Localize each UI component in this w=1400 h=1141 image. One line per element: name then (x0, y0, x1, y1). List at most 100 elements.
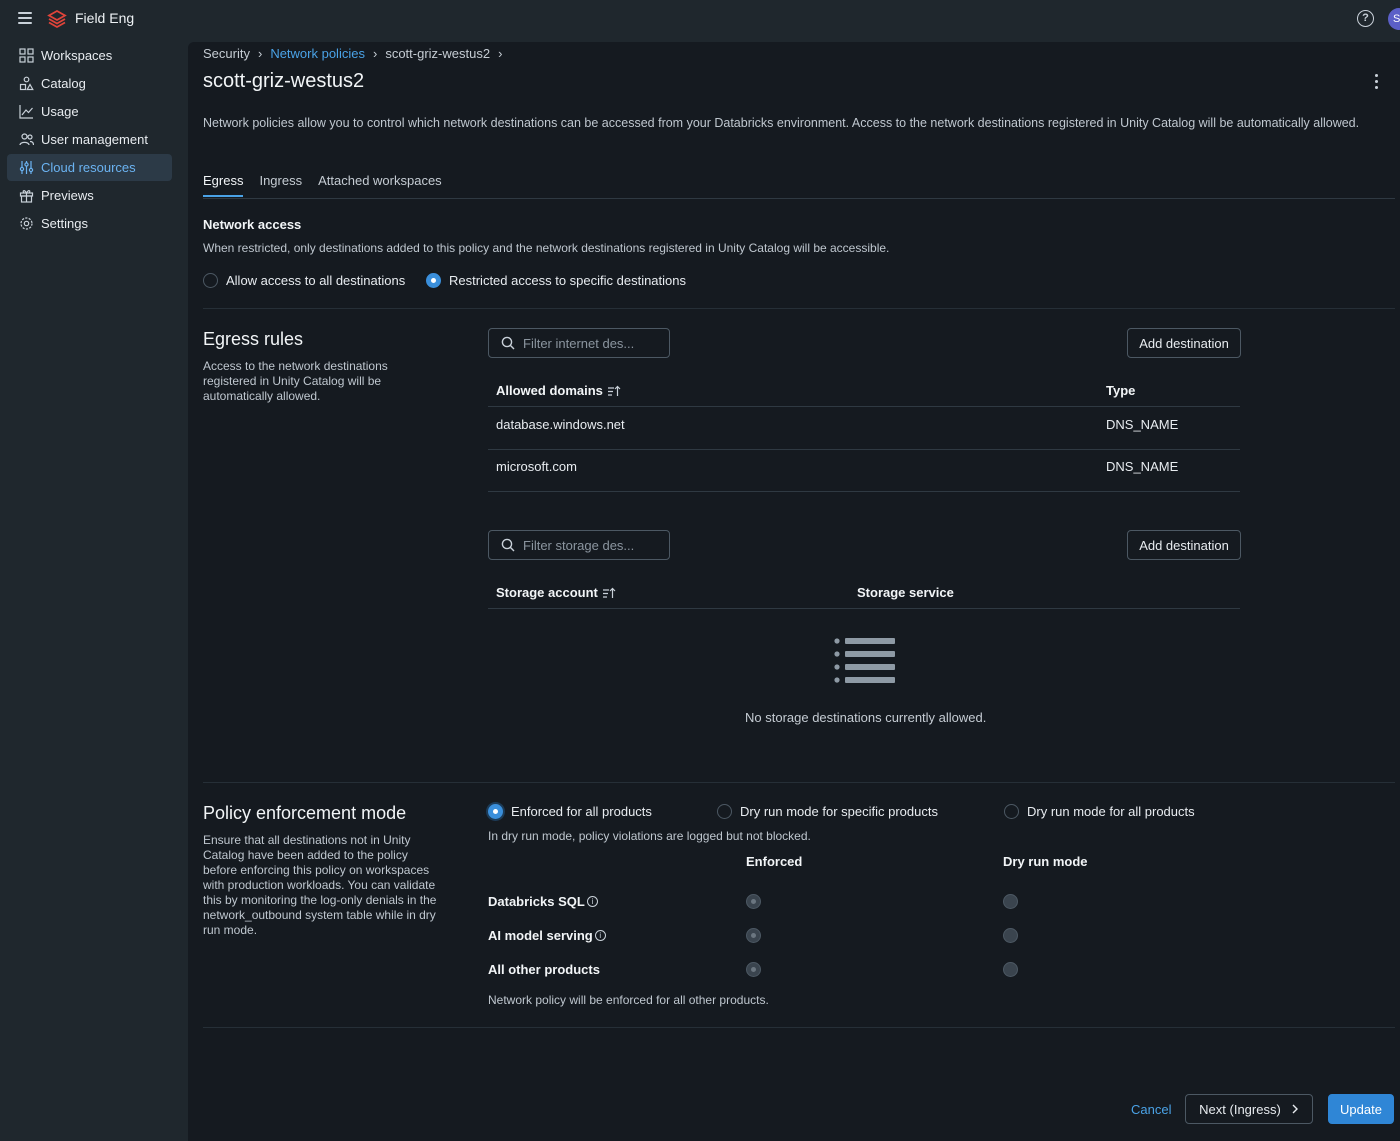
workspaces-icon (18, 48, 34, 64)
enforcement-description: Ensure that all destinations not in Unit… (203, 833, 437, 937)
radio-label: Restricted access to specific destinatio… (449, 273, 686, 288)
enforced-radio-disabled (746, 962, 761, 977)
breadcrumb: Security › Network policies › scott-griz… (203, 46, 502, 61)
table-cell-domain: database.windows.net (496, 417, 625, 432)
add-storage-destination-button[interactable]: Add destination (1127, 530, 1241, 560)
column-dry-run-mode: Dry run mode (1003, 854, 1088, 869)
users-icon (18, 132, 34, 148)
product-all-other: All other products (488, 962, 600, 977)
empty-state-text: No storage destinations currently allowe… (745, 710, 987, 725)
column-type[interactable]: Type (1106, 383, 1135, 398)
column-label: Allowed domains (496, 383, 603, 398)
internet-destination-filter[interactable]: Filter internet des... (488, 328, 670, 358)
table-cell-type: DNS_NAME (1106, 417, 1179, 432)
page-title: scott-griz-westus2 (203, 70, 365, 92)
radio-label: Enforced for all products (511, 804, 652, 819)
table-cell-domain: microsoft.com (496, 459, 577, 474)
avatar[interactable]: S (1388, 8, 1400, 30)
radio-dry-run-specific[interactable]: Dry run mode for specific products (717, 804, 938, 819)
enforcement-footnote: Network policy will be enforced for all … (488, 993, 769, 1007)
hamburger-menu-icon[interactable] (18, 12, 32, 24)
table-divider (488, 406, 1240, 407)
sidebar-item-label: Usage (41, 104, 79, 119)
sidebar-item-label: Cloud resources (41, 160, 136, 175)
next-ingress-button[interactable]: Next (Ingress) (1185, 1094, 1313, 1124)
product-ai-model-serving: AI model serving i (488, 928, 606, 943)
breadcrumb-security[interactable]: Security (203, 46, 250, 61)
kebab-menu-icon[interactable] (1375, 74, 1379, 92)
enforced-radio-disabled (746, 928, 761, 943)
tab-divider (203, 198, 1395, 199)
radio-restricted[interactable]: Restricted access to specific destinatio… (426, 273, 686, 288)
sidebar-item-user-management[interactable]: User management (7, 126, 172, 153)
update-button[interactable]: Update (1328, 1094, 1394, 1124)
radio-button[interactable] (203, 273, 218, 288)
info-icon[interactable]: i (586, 896, 598, 907)
breadcrumb-network-policies[interactable]: Network policies (270, 46, 365, 61)
section-divider (203, 1027, 1395, 1028)
breadcrumb-separator: › (257, 46, 263, 61)
table-divider (488, 608, 1240, 609)
tab-bar: Egress Ingress Attached workspaces (203, 173, 442, 197)
network-access-heading: Network access (203, 217, 302, 232)
radio-label: Allow access to all destinations (226, 273, 406, 288)
sidebar-item-label: Previews (41, 188, 94, 203)
column-allowed-domains[interactable]: Allowed domains (496, 383, 621, 398)
section-divider (203, 782, 1395, 783)
breadcrumb-separator: › (498, 46, 503, 61)
dry-run-hint: In dry run mode, policy violations are l… (488, 829, 811, 843)
tab-egress[interactable]: Egress (203, 173, 244, 197)
help-icon[interactable]: ? (1357, 10, 1374, 27)
sidebar-item-label: Catalog (41, 76, 86, 91)
radio-button-selected[interactable] (488, 804, 503, 819)
usage-chart-icon (18, 104, 34, 120)
search-placeholder: Filter storage des... (523, 537, 635, 553)
info-icon[interactable]: i (594, 930, 606, 941)
search-icon (501, 336, 515, 350)
workspace-name[interactable]: Field Eng (75, 10, 134, 26)
cancel-button[interactable]: Cancel (1131, 1102, 1171, 1117)
top-bar: Field Eng ? S (0, 0, 1400, 38)
sort-ascending-icon[interactable] (607, 385, 621, 397)
databricks-logo (47, 9, 67, 29)
radio-button[interactable] (717, 804, 732, 819)
search-icon (501, 538, 515, 552)
chevron-right-icon (1292, 1104, 1298, 1114)
section-divider (203, 308, 1395, 309)
main-panel: Security › Network policies › scott-griz… (188, 42, 1400, 1141)
radio-button[interactable] (1004, 804, 1019, 819)
tab-attached-workspaces[interactable]: Attached workspaces (318, 173, 442, 197)
column-storage-account[interactable]: Storage account (496, 585, 616, 600)
radio-enforced-all[interactable]: Enforced for all products (488, 804, 652, 819)
storage-destination-filter[interactable]: Filter storage des... (488, 530, 670, 560)
egress-rules-title: Egress rules (203, 329, 304, 349)
sidebar-item-usage[interactable]: Usage (7, 98, 172, 125)
sort-ascending-icon[interactable] (602, 587, 616, 599)
catalog-icon (18, 76, 34, 92)
enforced-radio-disabled (746, 894, 761, 909)
sidebar-item-cloud-resources[interactable]: Cloud resources (7, 154, 172, 181)
breadcrumb-separator: › (372, 46, 378, 61)
add-internet-destination-button[interactable]: Add destination (1127, 328, 1241, 358)
column-storage-service[interactable]: Storage service (857, 585, 954, 600)
sidebar-item-previews[interactable]: Previews (7, 182, 172, 209)
column-enforced: Enforced (746, 854, 803, 869)
sidebar-item-label: Workspaces (41, 48, 113, 63)
search-placeholder: Filter internet des... (523, 335, 635, 351)
tab-ingress[interactable]: Ingress (259, 173, 302, 197)
dry-run-radio-disabled (1003, 962, 1018, 977)
cloud-resources-icon (18, 160, 34, 176)
radio-allow-all[interactable]: Allow access to all destinations (203, 273, 405, 288)
sidebar-item-catalog[interactable]: Catalog (7, 70, 172, 97)
sidebar-item-workspaces[interactable]: Workspaces (7, 42, 172, 69)
sidebar-item-label: Settings (41, 216, 88, 231)
radio-dry-run-all[interactable]: Dry run mode for all products (1004, 804, 1195, 819)
radio-button-selected[interactable] (426, 273, 441, 288)
gear-icon (18, 216, 34, 232)
product-label: All other products (488, 962, 600, 977)
page-description: Network policies allow you to control wh… (203, 116, 1360, 130)
network-access-description: When restricted, only destinations added… (203, 241, 890, 255)
sidebar-item-settings[interactable]: Settings (7, 210, 172, 237)
sidebar: Workspaces Catalog Usage User management… (0, 38, 188, 1141)
radio-label: Dry run mode for all products (1027, 804, 1195, 819)
